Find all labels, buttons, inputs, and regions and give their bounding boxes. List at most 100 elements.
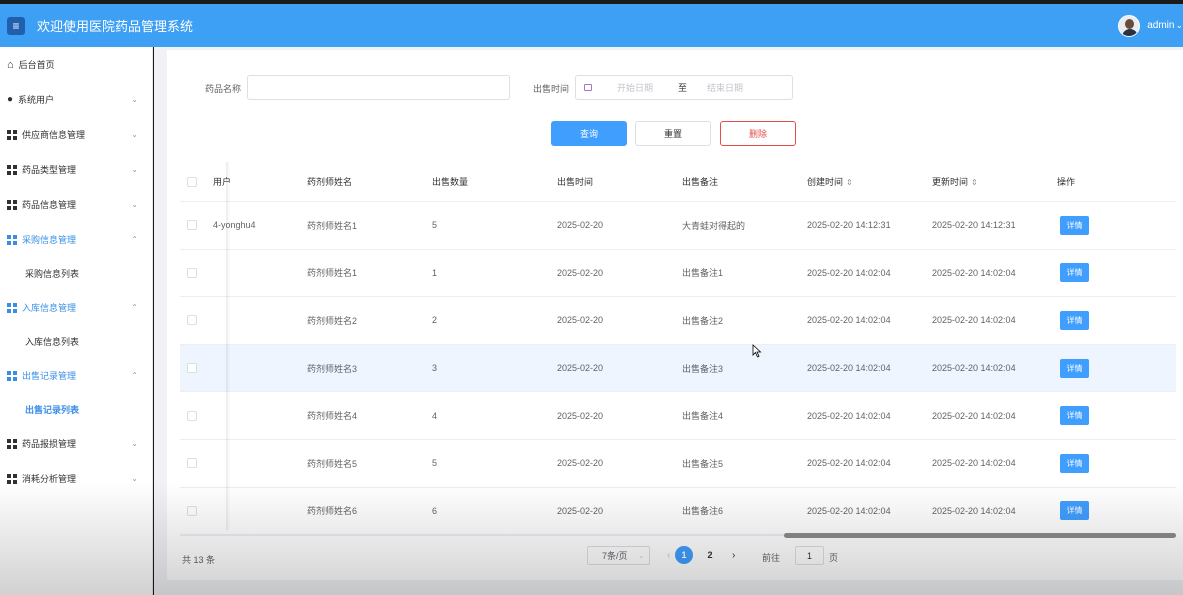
sidebar-item-label: 采购信息列表	[25, 269, 80, 279]
sidebar-item-purchase[interactable]: 采购信息管理 ⌃	[0, 222, 152, 257]
prev-page-icon[interactable]: ‹	[667, 550, 670, 561]
detail-button[interactable]: 详情	[1060, 406, 1089, 426]
sidebar-item-label: 系统用户	[18, 95, 55, 105]
cell-created: 2025-02-20 14:02:04	[807, 363, 891, 374]
table-row[interactable]: 药剂师姓名6 6 2025-02-20 出售备注6 2025-02-20 14:…	[180, 488, 1176, 536]
table-row[interactable]: 药剂师姓名1 1 2025-02-20 出售备注1 2025-02-20 14:…	[180, 250, 1176, 298]
sidebar-item-damage[interactable]: 药品报损管理 ⌄	[0, 426, 152, 461]
row-checkbox[interactable]	[187, 267, 197, 278]
sidebar-item-drug-type[interactable]: 药品类型管理 ⌄	[0, 152, 152, 187]
column-header-actions: 操作	[1057, 177, 1076, 187]
avatar[interactable]	[1118, 14, 1141, 37]
query-button[interactable]: 查询	[551, 121, 627, 146]
detail-button[interactable]: 详情	[1060, 358, 1089, 378]
sidebar-item-system-users[interactable]: ● 系统用户 ⌄	[0, 82, 152, 117]
drug-name-input[interactable]	[247, 75, 510, 100]
page-number[interactable]: 1	[675, 546, 693, 564]
sidebar: ⌂ 后台首页 ● 系统用户 ⌄ 供应商信息管理 ⌄ 药品类型管理 ⌄ 药品信息管…	[0, 47, 153, 595]
sort-icon[interactable]: ⇕	[846, 178, 853, 187]
user-menu[interactable]: admin ⌄	[1118, 4, 1183, 47]
table-row[interactable]: 4-yonghu4 药剂师姓名1 5 2025-02-20 大青蛙对得起的 20…	[180, 202, 1176, 250]
grid-icon	[7, 302, 17, 313]
horizontal-scrollbar[interactable]	[784, 533, 1176, 538]
sidebar-item-stock-in[interactable]: 入库信息管理 ⌃	[0, 290, 152, 325]
table-row[interactable]: 药剂师姓名3 3 2025-02-20 出售备注3 2025-02-20 14:…	[180, 344, 1176, 393]
table-row[interactable]: 药剂师姓名4 4 2025-02-20 出售备注4 2025-02-20 14:…	[180, 392, 1176, 440]
total-count: 共 13 条	[182, 555, 216, 565]
column-header-created[interactable]: 创建时间 ⇕	[807, 175, 853, 188]
sidebar-subitem-sales-list[interactable]: 出售记录列表	[0, 393, 152, 426]
table-row[interactable]: 药剂师姓名2 2 2025-02-20 出售备注2 2025-02-20 14:…	[180, 297, 1176, 345]
sale-time-label: 出售时间	[533, 84, 570, 94]
cell-sale-time: 2025-02-20	[557, 220, 604, 231]
next-page-icon[interactable]: ›	[732, 550, 735, 561]
cell-created: 2025-02-20 14:02:04	[807, 458, 891, 469]
cell-sale-time: 2025-02-20	[557, 315, 604, 326]
drug-name-label: 药品名称	[205, 84, 242, 94]
sidebar-item-label: 入库信息管理	[22, 303, 77, 313]
row-checkbox[interactable]	[187, 410, 197, 421]
delete-button[interactable]: 删除	[720, 121, 796, 146]
sidebar-item-label: 出售记录列表	[25, 405, 80, 415]
cell-remark: 出售备注6	[682, 506, 724, 517]
sidebar-item-home[interactable]: ⌂ 后台首页	[0, 47, 152, 82]
sidebar-item-supplier[interactable]: 供应商信息管理 ⌄	[0, 117, 152, 152]
cell-pharmacist: 药剂师姓名2	[307, 315, 358, 326]
chevron-down-icon[interactable]: ⌄	[1175, 20, 1183, 31]
row-checkbox[interactable]	[187, 315, 197, 326]
detail-button[interactable]: 详情	[1060, 263, 1089, 283]
home-icon: ⌂	[7, 58, 14, 71]
page-number[interactable]: 2	[701, 546, 719, 564]
goto-page-input[interactable]: 1	[795, 546, 824, 565]
detail-button[interactable]: 详情	[1060, 310, 1089, 330]
page-size-select[interactable]: 7条/页 ⌄	[587, 546, 650, 565]
chevron-down-icon: ⌄	[131, 165, 138, 174]
chevron-down-icon: ⌄	[131, 130, 138, 139]
table-row[interactable]: 药剂师姓名5 5 2025-02-20 出售备注5 2025-02-20 14:…	[180, 440, 1176, 488]
cell-sale-time: 2025-02-20	[557, 458, 604, 469]
sidebar-item-sales[interactable]: 出售记录管理 ⌃	[0, 358, 152, 393]
goto-suffix: 页	[829, 553, 839, 563]
sidebar-subitem-stock-in-list[interactable]: 入库信息列表	[0, 325, 152, 358]
reset-button[interactable]: 重置	[635, 121, 711, 146]
sidebar-item-drug-info[interactable]: 药品信息管理 ⌄	[0, 187, 152, 222]
end-date-input[interactable]: 结束日期	[707, 81, 743, 94]
row-checkbox[interactable]	[187, 220, 197, 231]
detail-button[interactable]: 详情	[1060, 501, 1089, 521]
sales-table: 用户 药剂师姓名 出售数量 出售时间 出售备注 创建时间 ⇕ 更新时间 ⇕ 操作 4…	[180, 162, 1176, 536]
cell-remark: 出售备注5	[682, 458, 724, 469]
start-date-input[interactable]: 开始日期	[617, 81, 653, 94]
cell-qty: 1	[432, 267, 438, 278]
cell-user: 4-yonghu4	[213, 220, 256, 231]
chevron-up-icon: ⌃	[131, 235, 138, 244]
sidebar-item-consumption[interactable]: 消耗分析管理 ⌄	[0, 461, 152, 496]
sidebar-item-label: 消耗分析管理	[22, 474, 77, 484]
sale-date-range-picker[interactable]: 开始日期 至 结束日期	[575, 75, 793, 100]
sidebar-item-label: 出售记录管理	[22, 371, 77, 381]
cell-pharmacist: 药剂师姓名3	[307, 363, 358, 374]
sidebar-subitem-purchase-list[interactable]: 采购信息列表	[0, 257, 152, 290]
grid-icon	[7, 234, 17, 245]
user-name[interactable]: admin	[1147, 20, 1174, 31]
cell-created: 2025-02-20 14:12:31	[807, 220, 891, 231]
row-checkbox[interactable]	[187, 505, 197, 516]
column-header-updated[interactable]: 更新时间 ⇕	[932, 175, 978, 188]
select-all-checkbox[interactable]	[187, 176, 197, 187]
detail-button[interactable]: 详情	[1060, 453, 1089, 473]
top-header: ≡ 欢迎使用医院药品管理系统 admin ⌄	[0, 4, 1183, 47]
sort-icon[interactable]: ⇕	[971, 178, 978, 187]
row-checkbox[interactable]	[187, 458, 197, 469]
detail-button[interactable]: 详情	[1060, 215, 1089, 235]
cell-remark: 出售备注1	[682, 268, 724, 279]
hamburger-menu-icon[interactable]: ≡	[7, 16, 25, 35]
main-content: 药品名称 出售时间 开始日期 至 结束日期 查询 重置 删除 用户 药剂师姓名 …	[154, 47, 1183, 595]
pagination: 共 13 条 7条/页 ⌄ ‹ 1 2 › 前往 1 页	[167, 545, 1183, 575]
app-title: 欢迎使用医院药品管理系统	[37, 19, 194, 34]
mouse-cursor-icon	[752, 344, 762, 358]
row-checkbox[interactable]	[187, 363, 197, 374]
column-header-sale-time: 出售时间	[557, 177, 594, 187]
cell-updated: 2025-02-20 14:12:31	[932, 220, 1016, 231]
cell-updated: 2025-02-20 14:02:04	[932, 458, 1016, 469]
cell-pharmacist: 药剂师姓名5	[307, 458, 358, 469]
grid-icon	[7, 473, 17, 484]
